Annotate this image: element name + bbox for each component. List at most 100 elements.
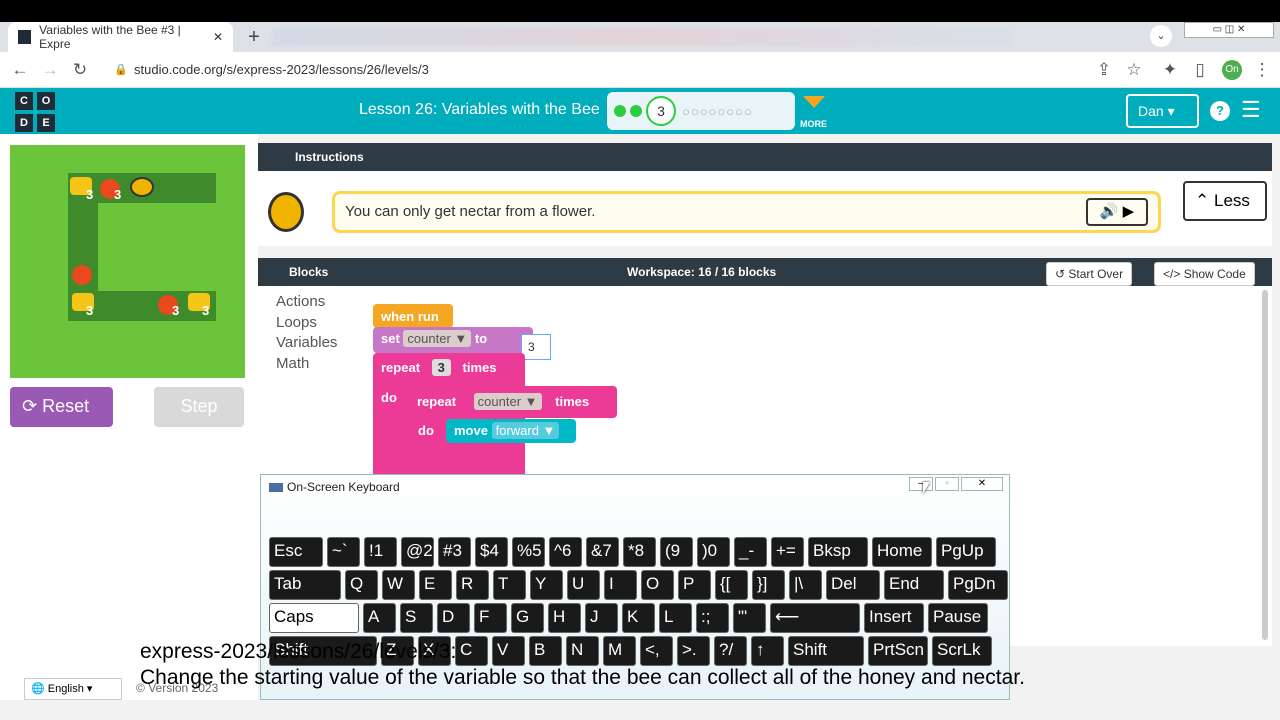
key[interactable]: %5 [512, 537, 545, 567]
key[interactable]: R [456, 570, 489, 600]
lesson-title[interactable]: Lesson 26: Variables with the Bee [359, 101, 600, 119]
key[interactable]: D [437, 603, 470, 633]
more-label[interactable]: MORE [800, 119, 827, 129]
instructions-tab[interactable]: Instructions [295, 150, 364, 164]
repeat-count-field[interactable]: 3 [431, 359, 451, 376]
share-icon[interactable]: ⇪ [1092, 58, 1116, 82]
key[interactable]: L [659, 603, 692, 633]
level-dots-remaining[interactable]: ○○○○○○○○ [682, 104, 753, 119]
key[interactable]: C [455, 636, 488, 666]
key[interactable]: += [771, 537, 804, 567]
key[interactable]: (9 [660, 537, 693, 567]
key[interactable]: V [492, 636, 525, 666]
maximize-icon[interactable]: ▫ [935, 477, 959, 491]
toolbox-category-actions[interactable]: Actions [276, 293, 325, 310]
profile-avatar[interactable]: On [1222, 60, 1242, 80]
less-button[interactable]: ⌃ Less [1183, 181, 1267, 221]
hamburger-menu-icon[interactable]: ☰ [1241, 99, 1265, 121]
key[interactable]: }] [752, 570, 785, 600]
move-block[interactable]: move forward ▼ [446, 419, 576, 443]
show-code-button[interactable]: </> Show Code [1154, 262, 1255, 286]
browser-tab-active[interactable]: Variables with the Bee #3 | Expre ✕ [8, 22, 233, 52]
browser-menu-icon[interactable]: ⋮ [1250, 58, 1274, 82]
url-field[interactable]: 🔒 studio.code.org/s/express-2023/lessons… [104, 57, 1154, 83]
key[interactable]: ⟵ [770, 603, 860, 633]
key[interactable]: @2 [401, 537, 434, 567]
key[interactable]: PgUp [936, 537, 996, 567]
key[interactable]: Pause [928, 603, 988, 633]
value-edit-field[interactable]: 3 [521, 334, 551, 360]
direction-dropdown[interactable]: forward ▼ [491, 422, 560, 439]
key[interactable]: P [678, 570, 711, 600]
counter-dropdown[interactable]: counter ▼ [473, 393, 542, 410]
key[interactable]: Home [872, 537, 932, 567]
key[interactable]: ScrLk [932, 636, 992, 666]
key[interactable]: B [529, 636, 562, 666]
bookmark-star-icon[interactable]: ☆ [1122, 58, 1146, 82]
step-button[interactable]: Step [154, 387, 244, 427]
key[interactable]: Shift [788, 636, 864, 666]
key[interactable]: U [567, 570, 600, 600]
key[interactable]: I [604, 570, 637, 600]
key[interactable]: )0 [697, 537, 730, 567]
workspace-scrollbar[interactable] [1262, 290, 1268, 640]
key[interactable]: ^6 [549, 537, 582, 567]
key[interactable]: Q [345, 570, 378, 600]
key[interactable]: O [641, 570, 674, 600]
key[interactable]: Bksp [808, 537, 868, 567]
text-to-speech-button[interactable]: 🔊 ▶ [1086, 198, 1148, 226]
user-menu-button[interactable]: Dan ▾ [1126, 94, 1199, 128]
key[interactable]: *8 [623, 537, 656, 567]
key[interactable]: N [566, 636, 599, 666]
key[interactable]: T [493, 570, 526, 600]
code-logo[interactable]: C O D E [15, 92, 55, 132]
key[interactable]: G [511, 603, 544, 633]
key[interactable]: >. [677, 636, 710, 666]
key[interactable]: _- [734, 537, 767, 567]
help-icon[interactable]: ? [1210, 101, 1230, 121]
toolbox-category-variables[interactable]: Variables [276, 334, 337, 351]
start-over-button[interactable]: ↺ Start Over [1046, 262, 1133, 286]
key[interactable]: E [419, 570, 452, 600]
forward-icon[interactable]: → [38, 58, 62, 82]
key[interactable]: W [382, 570, 415, 600]
key[interactable]: PrtScn [868, 636, 928, 666]
inner-repeat-block[interactable]: repeat counter ▼ times [409, 386, 617, 418]
language-select[interactable]: 🌐 English ▾ [24, 678, 122, 700]
window-controls[interactable]: ▭ ◫ ✕ [1184, 22, 1274, 38]
key[interactable]: $4 [475, 537, 508, 567]
key[interactable]: ?/ [714, 636, 747, 666]
key[interactable]: M [603, 636, 636, 666]
key[interactable]: <, [640, 636, 673, 666]
extensions-icon[interactable]: ✦ [1158, 58, 1182, 82]
reset-button[interactable]: ⟳ Reset [10, 387, 113, 427]
when-run-block[interactable]: when run [373, 304, 453, 328]
key[interactable]: {[ [715, 570, 748, 600]
key[interactable]: ~` [327, 537, 360, 567]
key[interactable]: |\ [789, 570, 822, 600]
key[interactable]: ↑ [751, 636, 784, 666]
level-dot-complete[interactable] [630, 105, 642, 117]
level-dot-complete[interactable] [614, 105, 626, 117]
level-current[interactable]: 3 [646, 96, 676, 126]
background-tabs[interactable] [272, 28, 1012, 46]
reload-icon[interactable]: ↻ [68, 58, 92, 82]
side-panel-icon[interactable]: ▯ [1188, 58, 1212, 82]
toolbox-category-loops[interactable]: Loops [276, 314, 317, 331]
key[interactable]: !1 [364, 537, 397, 567]
variable-dropdown[interactable]: counter ▼ [403, 330, 472, 347]
back-icon[interactable]: ← [8, 58, 32, 82]
key[interactable]: :; [696, 603, 729, 633]
key[interactable]: S [400, 603, 433, 633]
close-icon[interactable]: ✕ [961, 477, 1003, 491]
key[interactable]: Insert [864, 603, 924, 633]
close-tab-icon[interactable]: ✕ [213, 30, 223, 44]
key[interactable]: F [474, 603, 507, 633]
key[interactable]: #3 [438, 537, 471, 567]
key[interactable]: "' [733, 603, 766, 633]
toolbox-category-math[interactable]: Math [276, 355, 309, 372]
key[interactable]: A [363, 603, 396, 633]
key[interactable]: End [884, 570, 944, 600]
tab-search-icon[interactable]: ⌄ [1150, 25, 1172, 47]
key[interactable]: PgDn [948, 570, 1008, 600]
